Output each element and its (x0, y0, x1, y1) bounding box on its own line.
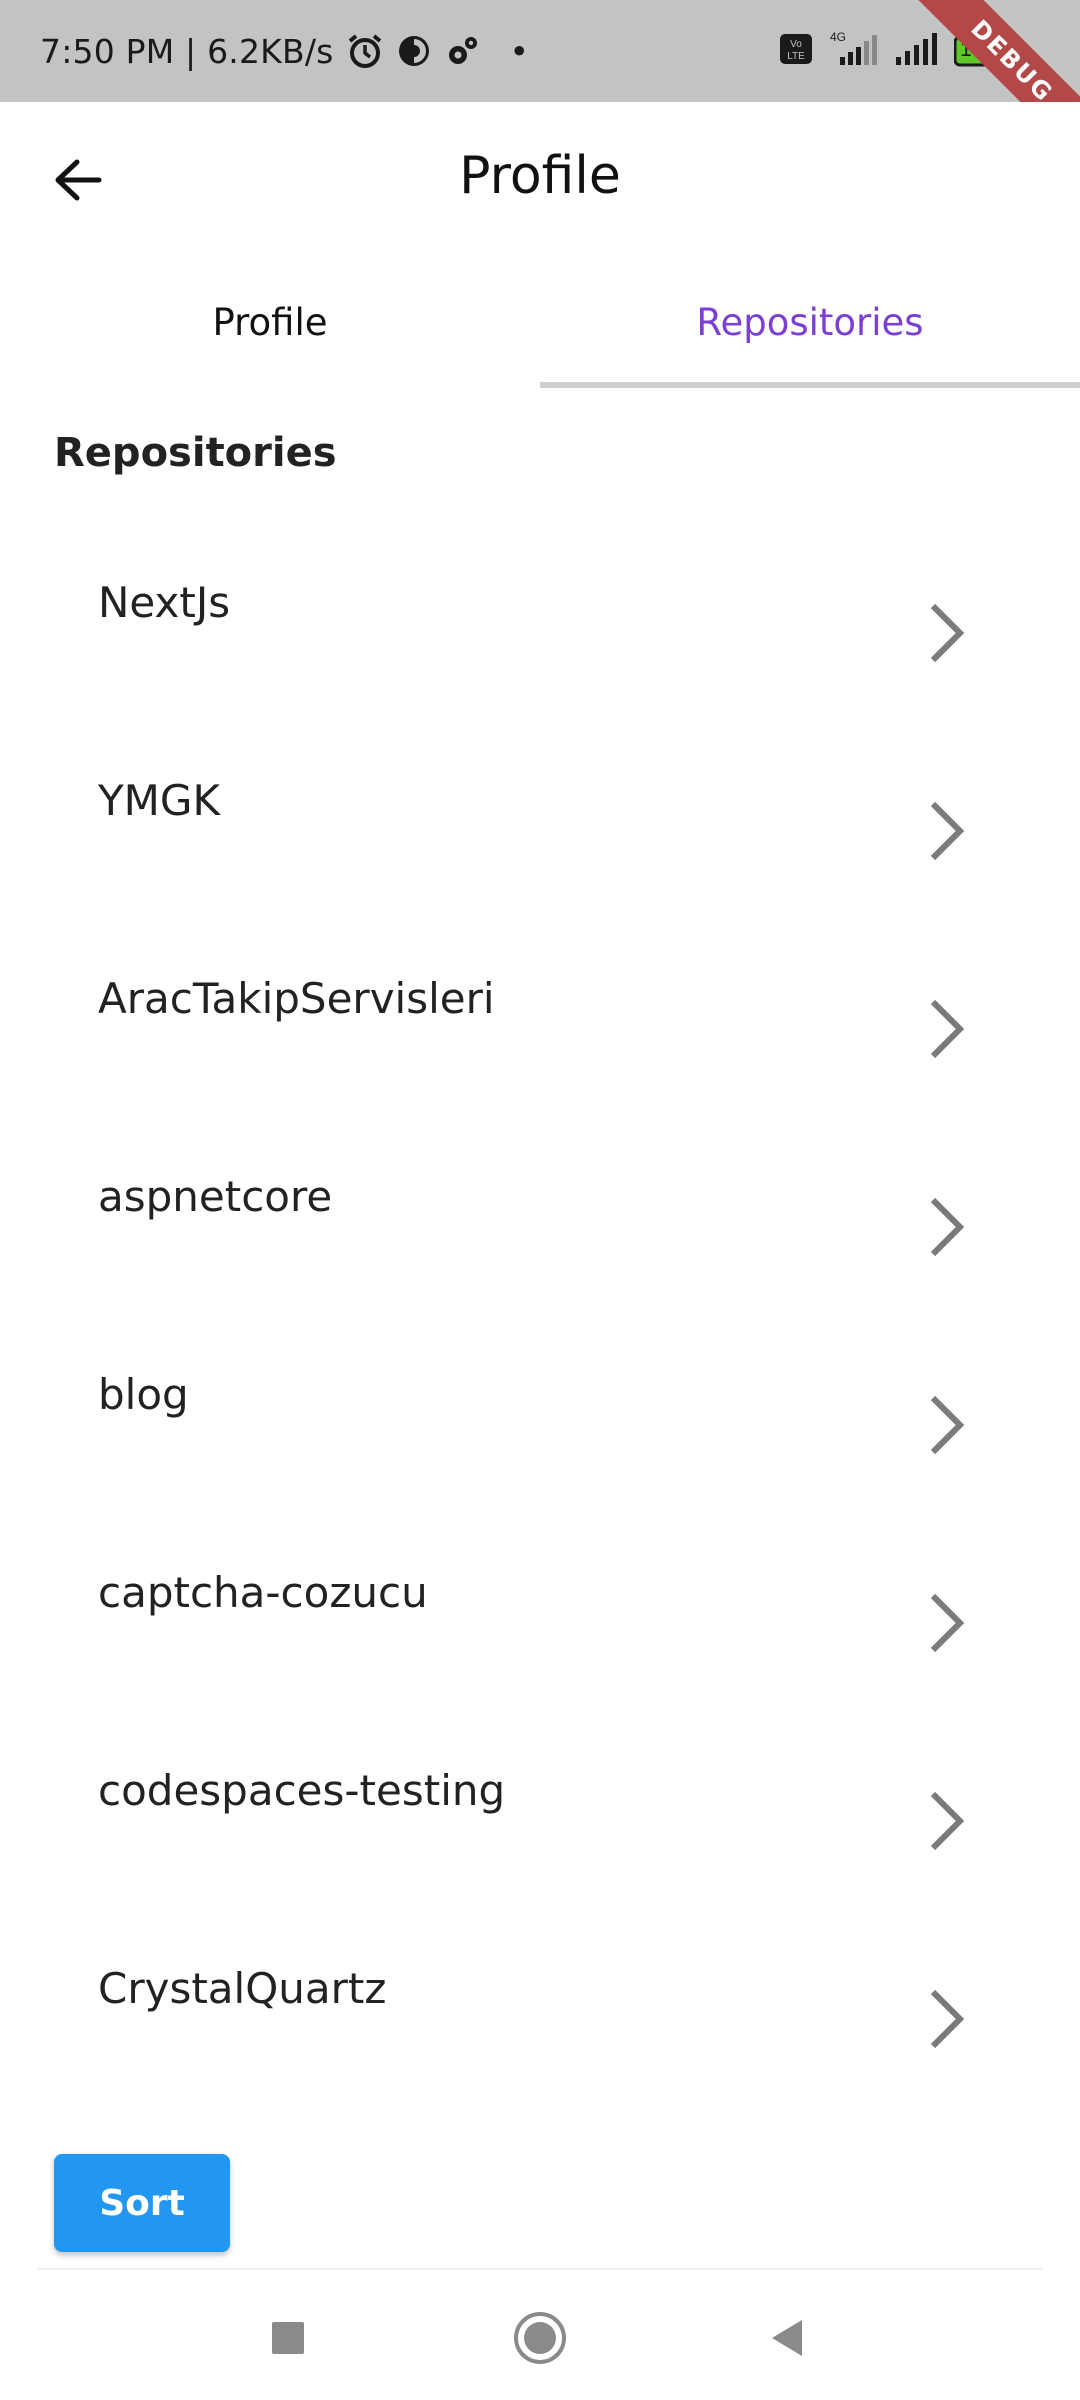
signal-icon (894, 29, 942, 73)
section-title: Repositories (54, 430, 337, 476)
list-item[interactable]: codespaces-testing (0, 1718, 1080, 1916)
system-nav-bar (0, 2270, 1080, 2400)
recent-apps-button[interactable] (248, 2298, 328, 2378)
repo-name: NextJs (98, 578, 231, 627)
svg-text:4G: 4G (830, 30, 846, 44)
repo-name: captcha-cozucu (98, 1568, 428, 1617)
repo-name: AracTakipServisleri (98, 974, 495, 1023)
repo-name: YMGK (98, 776, 220, 825)
chevron-right-icon (930, 1197, 965, 1257)
repository-list: NextJs YMGK AracTakipServisleri aspnetco… (0, 530, 1080, 2114)
chevron-right-icon (930, 1395, 965, 1455)
chevron-right-icon (930, 801, 965, 861)
list-item[interactable]: NextJs (0, 530, 1080, 728)
chevron-right-icon (930, 603, 965, 663)
repo-name: blog (98, 1370, 189, 1419)
tab-repositories[interactable]: Repositories (540, 256, 1080, 388)
chevron-right-icon (930, 999, 965, 1059)
signal-4g-icon: 4G (826, 29, 882, 73)
circle-icon (514, 2312, 566, 2364)
tab-bar: Profile Repositories (0, 256, 1080, 388)
status-bar: 7:50 PM | 6.2KB/s • VoLTE 4G 100 DEBUG (0, 0, 1080, 102)
alarm-icon (346, 32, 384, 70)
tab-indicator (540, 382, 1080, 388)
svg-text:Vo: Vo (790, 39, 802, 50)
status-left: 7:50 PM | 6.2KB/s • (40, 0, 529, 102)
triangle-back-icon (772, 2320, 802, 2356)
square-icon (272, 2322, 304, 2354)
settings-sync-icon (444, 33, 480, 69)
repo-name: aspnetcore (98, 1172, 333, 1221)
repo-name: codespaces-testing (98, 1766, 506, 1815)
data-saver-icon (396, 33, 432, 69)
list-item[interactable]: CrystalQuartz (0, 1916, 1080, 2114)
system-back-button[interactable] (748, 2298, 828, 2378)
chevron-right-icon (930, 1791, 965, 1851)
list-item[interactable]: AracTakipServisleri (0, 926, 1080, 1124)
page-title: Profile (459, 146, 621, 206)
list-item[interactable]: YMGK (0, 728, 1080, 926)
volte-icon: Vo LTE (778, 31, 814, 71)
home-button[interactable] (500, 2298, 580, 2378)
list-item[interactable]: captcha-cozucu (0, 1520, 1080, 1718)
app-bar: Profile (0, 102, 1080, 256)
repo-name: CrystalQuartz (98, 1964, 387, 2013)
svg-text:LTE: LTE (787, 51, 805, 62)
sort-button[interactable]: Sort (54, 2154, 230, 2252)
notification-dot: • (509, 31, 530, 71)
chevron-right-icon (930, 1593, 965, 1653)
tab-profile[interactable]: Profile (0, 256, 540, 388)
chevron-right-icon (930, 1989, 965, 2049)
status-time-speed: 7:50 PM | 6.2KB/s (40, 31, 334, 71)
list-item[interactable]: aspnetcore (0, 1124, 1080, 1322)
list-item[interactable]: blog (0, 1322, 1080, 1520)
